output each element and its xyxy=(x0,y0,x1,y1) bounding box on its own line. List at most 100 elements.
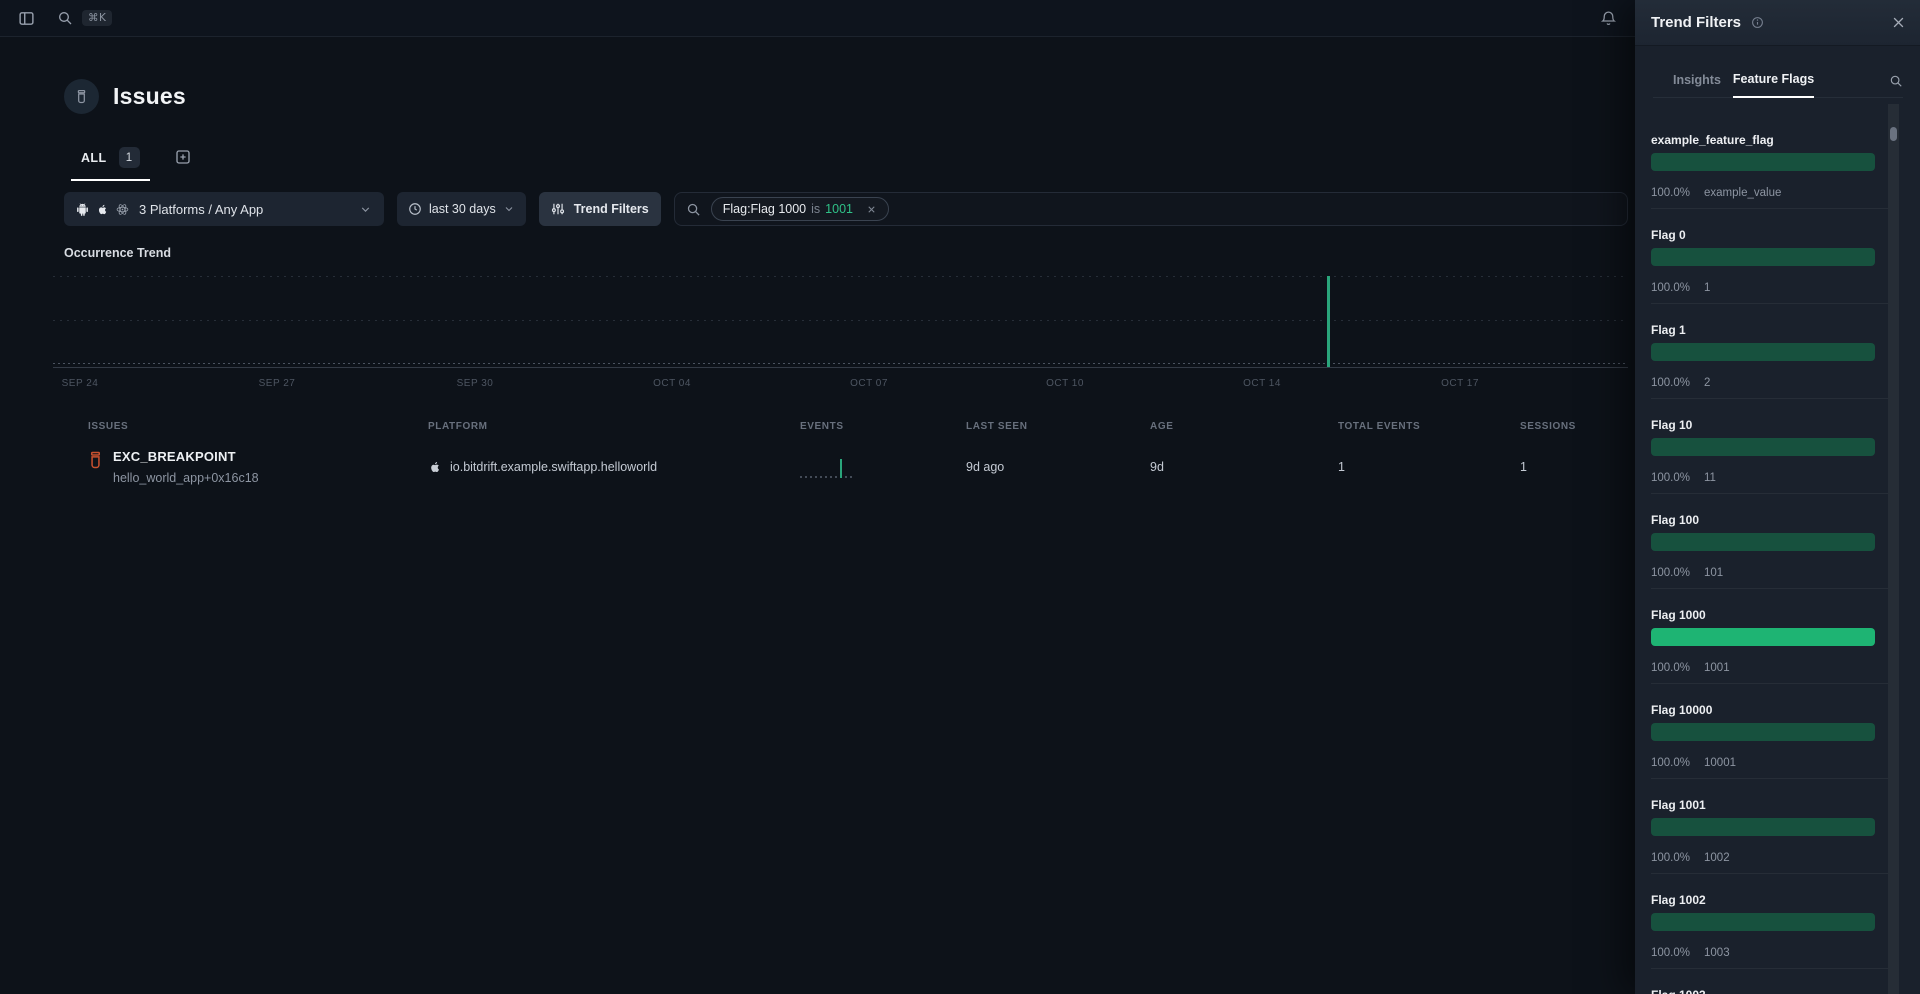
flag-name: Flag 10000 xyxy=(1651,703,1888,718)
panel-scrollbar-thumb[interactable] xyxy=(1890,127,1897,141)
chip-value: 1001 xyxy=(825,202,853,216)
issue-detail: hello_world_app+0x16c18 xyxy=(113,471,259,485)
gridline xyxy=(53,363,1628,364)
issue-search-input[interactable]: Flag:Flag 1000 is 1001 xyxy=(674,192,1628,226)
flag-distribution-bar[interactable] xyxy=(1651,533,1875,551)
flag-name: Flag 1003 xyxy=(1651,988,1888,994)
panel-header: Trend Filters xyxy=(1635,0,1920,46)
issue-name[interactable]: EXC_BREAKPOINT xyxy=(113,449,259,464)
col-events: EVENTS xyxy=(800,421,966,432)
feature-flag-item[interactable]: example_feature_flag 100.0% example_valu… xyxy=(1651,114,1888,209)
flag-distribution-bar[interactable] xyxy=(1651,818,1875,836)
trend-filters-panel: Trend Filters Insights Feature Flags exa… xyxy=(1635,0,1920,994)
flag-value: 11 xyxy=(1704,472,1716,487)
issue-cell: EXC_BREAKPOINT hello_world_app+0x16c18 xyxy=(88,449,428,485)
panel-scrollbar-track[interactable] xyxy=(1888,104,1899,994)
col-sessions: SESSIONS xyxy=(1520,421,1635,432)
search-filter-chip[interactable]: Flag:Flag 1000 is 1001 xyxy=(711,197,889,221)
page-header: Issues xyxy=(64,79,186,114)
flag-distribution-bar[interactable] xyxy=(1651,248,1875,266)
issues-table-header: ISSUES PLATFORM EVENTS LAST SEEN AGE TOT… xyxy=(0,421,1635,432)
flag-meta: 100.0% example_value xyxy=(1651,187,1888,202)
time-range-selector[interactable]: last 30 days xyxy=(397,192,526,226)
flag-percent: 100.0% xyxy=(1651,757,1690,772)
flag-percent: 100.0% xyxy=(1651,282,1690,297)
sessions-value: 1 xyxy=(1520,460,1635,474)
flag-value: 101 xyxy=(1704,567,1723,582)
notifications-bell-icon[interactable] xyxy=(1600,10,1617,27)
col-total-events: TOTAL EVENTS xyxy=(1338,421,1520,432)
platform-cell: io.bitdrift.example.swiftapp.helloworld xyxy=(428,460,800,474)
flag-distribution-bar[interactable] xyxy=(1651,438,1875,456)
info-icon[interactable] xyxy=(1751,16,1764,29)
trend-filters-button[interactable]: Trend Filters xyxy=(539,192,661,226)
col-issues: ISSUES xyxy=(88,421,428,432)
flag-meta: 100.0% 1002 xyxy=(1651,852,1888,867)
issues-jar-icon xyxy=(64,79,99,114)
platform-icons xyxy=(76,203,129,216)
atom-platform-icon xyxy=(116,203,129,216)
android-icon xyxy=(76,203,89,216)
flag-name: Flag 100 xyxy=(1651,513,1888,528)
feature-flag-item[interactable]: Flag 1000 100.0% 1001 xyxy=(1651,589,1888,684)
flag-distribution-bar[interactable] xyxy=(1651,153,1875,171)
age-value: 9d xyxy=(1150,460,1338,474)
page-title: Issues xyxy=(113,83,186,110)
feature-flag-item[interactable]: Flag 10 100.0% 11 xyxy=(1651,399,1888,494)
flag-percent: 100.0% xyxy=(1651,662,1690,677)
chart-event-bar[interactable] xyxy=(1327,276,1330,367)
chip-remove-icon[interactable] xyxy=(866,204,877,215)
flag-distribution-bar[interactable] xyxy=(1651,723,1875,741)
col-age: AGE xyxy=(1150,421,1338,432)
last-seen-value: 9d ago xyxy=(966,460,1150,474)
crash-jar-icon xyxy=(88,451,103,469)
chevron-down-icon xyxy=(359,203,372,216)
flag-meta: 100.0% 1001 xyxy=(1651,662,1888,677)
global-search-icon[interactable] xyxy=(57,10,73,26)
search-icon xyxy=(686,202,701,217)
add-tab-icon[interactable] xyxy=(174,148,192,166)
issue-row[interactable]: EXC_BREAKPOINT hello_world_app+0x16c18 i… xyxy=(0,449,1635,485)
events-sparkline xyxy=(800,457,854,478)
feature-flag-item[interactable]: Flag 1002 100.0% 1003 xyxy=(1651,874,1888,969)
flag-distribution-bar[interactable] xyxy=(1651,628,1875,646)
close-panel-icon[interactable] xyxy=(1891,15,1906,30)
chevron-down-icon xyxy=(503,203,515,215)
tab-feature-flags[interactable]: Feature Flags xyxy=(1733,72,1814,98)
flag-meta: 100.0% 10001 xyxy=(1651,757,1888,772)
feature-flag-item[interactable]: Flag 1003 xyxy=(1651,969,1888,994)
flag-meta: 100.0% 11 xyxy=(1651,472,1888,487)
flag-distribution-bar[interactable] xyxy=(1651,343,1875,361)
x-tick: SEP 30 xyxy=(445,378,505,389)
filter-row: 3 Platforms / Any App last 30 days Trend… xyxy=(64,192,1628,226)
col-platform: PLATFORM xyxy=(428,421,800,432)
time-range-value: last 30 days xyxy=(429,202,496,216)
sidebar-toggle-icon[interactable] xyxy=(18,10,35,27)
feature-flag-item[interactable]: Flag 1 100.0% 2 xyxy=(1651,304,1888,399)
tab-all[interactable]: ALL 1 xyxy=(71,147,150,181)
feature-flag-item[interactable]: Flag 1001 100.0% 1002 xyxy=(1651,779,1888,874)
flag-name: Flag 1002 xyxy=(1651,893,1888,908)
tabs-row: ALL 1 xyxy=(71,147,192,181)
flag-meta: 100.0% 101 xyxy=(1651,567,1888,582)
feature-flag-list: example_feature_flag 100.0% example_valu… xyxy=(1651,100,1888,994)
feature-flag-item[interactable]: Flag 100 100.0% 101 xyxy=(1651,494,1888,589)
tab-insights[interactable]: Insights xyxy=(1673,73,1721,97)
platform-selector[interactable]: 3 Platforms / Any App xyxy=(64,192,384,226)
flag-value: 1002 xyxy=(1704,852,1730,867)
x-tick: OCT 17 xyxy=(1430,378,1490,389)
panel-search-icon[interactable] xyxy=(1889,74,1903,97)
flag-distribution-bar[interactable] xyxy=(1651,913,1875,931)
issue-name-block: EXC_BREAKPOINT hello_world_app+0x16c18 xyxy=(113,449,259,485)
panel-title: Trend Filters xyxy=(1651,14,1741,31)
flag-percent: 100.0% xyxy=(1651,377,1690,392)
flag-meta: 100.0% 1 xyxy=(1651,282,1888,297)
flag-percent: 100.0% xyxy=(1651,472,1690,487)
flag-name: example_feature_flag xyxy=(1651,133,1888,148)
feature-flag-item[interactable]: Flag 0 100.0% 1 xyxy=(1651,209,1888,304)
tab-all-label: ALL xyxy=(81,151,107,165)
topbar: ⌘K xyxy=(0,0,1635,37)
feature-flag-item[interactable]: Flag 10000 100.0% 10001 xyxy=(1651,684,1888,779)
flag-percent: 100.0% xyxy=(1651,567,1690,582)
flag-name: Flag 1001 xyxy=(1651,798,1888,813)
